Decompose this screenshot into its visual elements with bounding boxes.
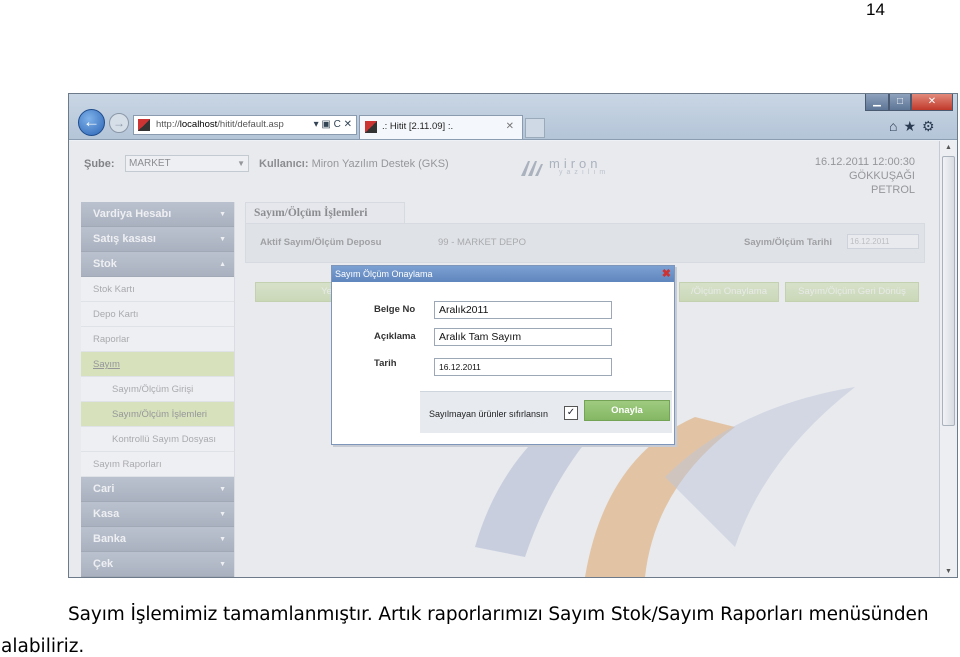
- reset-checkbox[interactable]: ✓: [564, 406, 578, 420]
- maximize-button[interactable]: □: [889, 94, 911, 111]
- tarih-dialog-label: Tarih: [374, 358, 397, 369]
- new-tab-button[interactable]: [525, 118, 545, 138]
- site-favicon-icon: [138, 119, 150, 131]
- aciklama-input[interactable]: Aralık Tam Sayım: [434, 328, 612, 346]
- tarih-input[interactable]: 16.12.2011: [434, 358, 612, 376]
- dialog-title: Sayım Ölçüm Onaylama: [335, 269, 433, 279]
- dialog-body: Belge No Aralık2011 Açıklama Aralık Tam …: [332, 282, 674, 444]
- onayla-button[interactable]: Onayla: [584, 400, 670, 421]
- browser-tab[interactable]: .: Hitit [2.11.09] :. ✕: [359, 115, 523, 139]
- page-number: 14: [866, 0, 885, 19]
- window-close-button[interactable]: ✕: [911, 94, 953, 111]
- scroll-thumb[interactable]: [942, 156, 955, 426]
- forward-button[interactable]: →: [109, 113, 129, 133]
- address-prefix: http://: [156, 119, 180, 130]
- address-path: /hitit/default.asp: [217, 119, 284, 130]
- dialog-footer: Sayılmayan ürünler sıfırlansın ✓ Onayla: [420, 391, 672, 433]
- belge-input[interactable]: Aralık2011: [434, 301, 612, 319]
- dialog-title-bar: Sayım Ölçüm Onaylama ✖: [332, 266, 674, 282]
- screenshot-frame: ← → http://localhost/hitit/default.asp ▾…: [68, 93, 958, 578]
- window-controls: ▁ □ ✕: [865, 94, 953, 111]
- tab-close-icon[interactable]: ✕: [506, 116, 514, 138]
- back-button[interactable]: ←: [78, 109, 105, 136]
- confirm-dialog: Sayım Ölçüm Onaylama ✖ Belge No Aralık20…: [331, 265, 675, 445]
- address-bar[interactable]: http://localhost/hitit/default.asp ▾ ▣ C…: [133, 115, 357, 135]
- reset-checkbox-label: Sayılmayan ürünler sıfırlansın: [429, 409, 549, 419]
- aciklama-label: Açıklama: [374, 331, 416, 342]
- minimize-button[interactable]: ▁: [865, 94, 889, 111]
- toolbar-icons[interactable]: ⌂★⚙: [889, 118, 941, 135]
- tab-title: .: Hitit [2.11.09] :.: [382, 121, 454, 132]
- caption-line-1: Sayım İşlemimiz tamamlanmıştır. Artık ra…: [68, 604, 929, 625]
- scroll-down-icon[interactable]: ▼: [940, 565, 957, 577]
- browser-chrome: ← → http://localhost/hitit/default.asp ▾…: [69, 94, 957, 140]
- address-host: localhost: [179, 119, 218, 130]
- tab-favicon-icon: [365, 121, 377, 133]
- scrollbar[interactable]: ▲ ▼: [939, 141, 957, 577]
- scroll-up-icon[interactable]: ▲: [940, 141, 957, 155]
- caption-line-2: alabiliriz.: [1, 636, 85, 657]
- belge-label: Belge No: [374, 304, 416, 315]
- address-bar-buttons[interactable]: ▾ ▣ C ✕: [314, 116, 352, 134]
- dialog-close-icon[interactable]: ✖: [662, 266, 671, 282]
